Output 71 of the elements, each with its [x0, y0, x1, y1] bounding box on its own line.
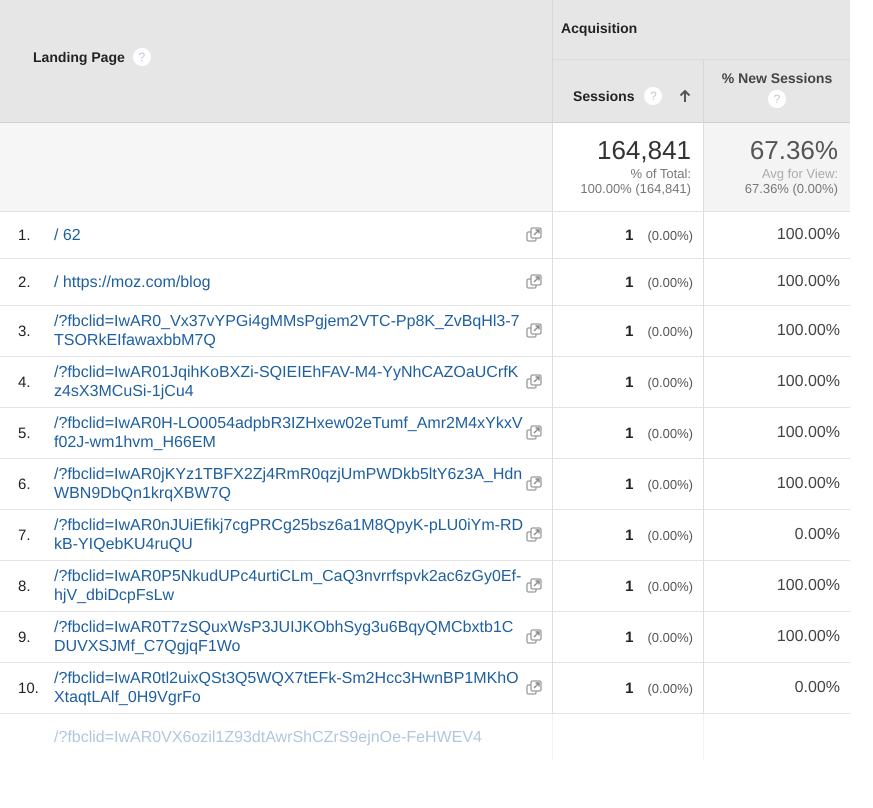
open-link-icon[interactable] [526, 680, 542, 696]
table-cell: (0.00%) [647, 476, 693, 492]
table-cell: 100.00% [776, 424, 840, 442]
group-header: Acquisition [561, 20, 638, 36]
table-cell: (0.00%) [647, 528, 693, 542]
column-header[interactable]: Landing Page [33, 49, 125, 65]
table-cell: (0.00%) [647, 274, 693, 290]
table-cell: (0.00%) [647, 324, 693, 338]
table-cell: (0.00%) [647, 680, 693, 696]
total-detail: 67.36% (0.00%) [744, 181, 838, 196]
table-cell: 0.00% [794, 526, 840, 544]
open-link-icon[interactable] [526, 476, 542, 492]
row-number: 4. [18, 374, 32, 390]
table-cell: (0.00%) [647, 426, 693, 440]
table-cell: 1 [625, 578, 634, 594]
column-header[interactable]: % New Sessions [722, 70, 832, 86]
open-link-icon[interactable] [526, 323, 542, 339]
open-link-icon[interactable] [526, 527, 542, 543]
total-caption: % of Total: [630, 166, 691, 181]
column-header[interactable]: Sessions [573, 88, 634, 104]
table-cell: (0.00%) [647, 630, 693, 644]
landing-page-link[interactable]: / 62 [54, 226, 524, 244]
open-link-icon[interactable] [526, 274, 542, 290]
landing-page-link[interactable]: /?fbclid=IwAR0H-LO0054adpbR3IZHxew02eTumf_Amr2M4xYkxVf02J-wm1hvm_H66EM [54, 414, 524, 452]
landing-page-link[interactable]: /?fbclid=IwAR0jKYz1TBFX2Zj4RmR0qzjUmPWDkb5ltY6z3A_HdnWBN9DbQn1krqXBW7Q [54, 465, 524, 503]
table-cell: 1 [625, 476, 634, 492]
table-cell: 100.00% [776, 628, 840, 646]
row-number: 3. [18, 322, 32, 340]
total-detail: 100.00% (164,841) [580, 181, 691, 196]
table-cell: 1 [625, 680, 634, 696]
row-number: 7. [18, 526, 32, 544]
table-cell: 1 [625, 226, 634, 244]
landing-page-link[interactable]: /?fbclid=IwAR0P5NkudUPc4urtiCLm_CaQ3nvrrfspvk2ac6zGy0Ef-hjV_dbiDcpFsLw [54, 567, 524, 605]
total-value: 67.36% [750, 135, 838, 166]
table-cell: (0.00%) [647, 228, 693, 242]
table-cell: 1 [625, 424, 634, 442]
landing-page-link[interactable]: /?fbclid=IwAR0T7zSQuxWsP3JUIJKObhSyg3u6BqyQMCbxtb1CDUVXSJMf_C7QgjqF1Wo [54, 618, 524, 656]
table-cell: (0.00%) [647, 374, 693, 390]
landing-page-link[interactable]: /?fbclid=IwAR0_Vx37vYPGi4gMMsPgjem2VTC-Pp8K_ZvBqHl3-7TSORkEIfawaxbbM7Q [54, 312, 524, 350]
open-link-icon[interactable] [526, 374, 542, 390]
landing-page-link[interactable]: / https://moz.com/blog [54, 272, 524, 292]
sort-arrow-icon[interactable] [678, 88, 692, 104]
table-cell: (0.00%) [647, 578, 693, 594]
row-number: 6. [18, 476, 32, 492]
landing-page-link[interactable]: /?fbclid=IwAR0tl2uixQSt3Q5WQX7tEFk-Sm2Hcc3HwnBP1MKhOXtaqtLAlf_0H9VgrFo [54, 669, 524, 707]
landing-page-link[interactable]: /?fbclid=IwAR01JqihKoBXZi-SQIEIEhFAV-M4-YyNhCAZOaUCrfKz4sX3MCuSi-1jCu4 [54, 363, 524, 401]
table-cell: 100.00% [776, 226, 840, 244]
table-cell: 1 [625, 374, 634, 390]
open-link-icon[interactable] [526, 629, 542, 645]
open-link-icon[interactable] [526, 425, 542, 441]
landing-page-link[interactable]: /?fbclid=IwAR0nJUiEfikj7cgPRCg25bsz6a1M8QpyK-pLU0iYm-RDkB-YIQebKU4ruQU [54, 516, 524, 554]
table-cell: 1 [625, 274, 634, 290]
table-cell: 1 [625, 322, 634, 340]
open-link-icon[interactable] [526, 227, 542, 243]
table-cell: 0.00% [794, 679, 840, 697]
table-cell: 1 [625, 628, 634, 646]
table-cell: 100.00% [776, 322, 840, 340]
total-value: 164,841 [597, 135, 691, 166]
row-number: 2. [18, 274, 32, 290]
table-cell: 100.00% [776, 273, 840, 291]
row-number: 5. [18, 424, 32, 442]
row-number: 10. [18, 680, 40, 696]
row-number: 8. [18, 578, 32, 594]
total-caption: Avg for View: [762, 166, 838, 181]
row-number: 9. [18, 628, 32, 646]
open-link-icon[interactable] [526, 578, 542, 594]
table-cell: 100.00% [776, 475, 840, 493]
table-cell: 1 [625, 526, 634, 544]
row-number: 1. [18, 226, 32, 244]
table-cell: 100.00% [776, 373, 840, 391]
table-cell: 100.00% [776, 577, 840, 595]
